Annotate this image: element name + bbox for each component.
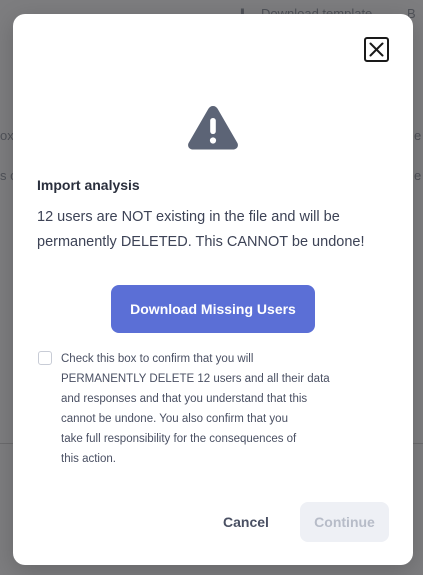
confirm-line: PERMANENTLY DELETE 12 users and all thei… bbox=[61, 373, 330, 385]
close-button[interactable] bbox=[364, 37, 389, 62]
confirm-delete-checkbox[interactable] bbox=[38, 351, 52, 365]
background-fragment: ox bbox=[0, 128, 14, 143]
confirm-line: this action. bbox=[61, 453, 116, 465]
warning-triangle-icon bbox=[188, 106, 238, 150]
confirm-line: take full responsibility for the consequ… bbox=[61, 433, 297, 445]
confirm-line: cannot be undone. You also confirm that … bbox=[61, 413, 288, 425]
download-missing-users-button[interactable]: Download Missing Users bbox=[111, 285, 315, 333]
deletion-warning-message: 12 users are NOT existing in the file an… bbox=[37, 205, 389, 255]
import-analysis-dialog: Import analysis 12 users are NOT existin… bbox=[13, 14, 413, 565]
dialog-title: Import analysis bbox=[37, 177, 140, 193]
background-fragment: e bbox=[414, 128, 422, 143]
continue-button[interactable]: Continue bbox=[300, 502, 389, 542]
message-line: permanently DELETED. This CANNOT be undo… bbox=[37, 234, 365, 250]
cancel-button[interactable]: Cancel bbox=[206, 507, 286, 537]
confirm-delete-label: Check this box to confirm that you will … bbox=[61, 349, 389, 469]
message-line: 12 users are NOT existing in the file an… bbox=[37, 209, 340, 225]
confirm-line: and responses and that you understand th… bbox=[61, 393, 308, 405]
background-fragment: e bbox=[414, 168, 422, 183]
confirm-line: Check this box to confirm that you will bbox=[61, 353, 254, 365]
close-icon bbox=[369, 42, 384, 57]
